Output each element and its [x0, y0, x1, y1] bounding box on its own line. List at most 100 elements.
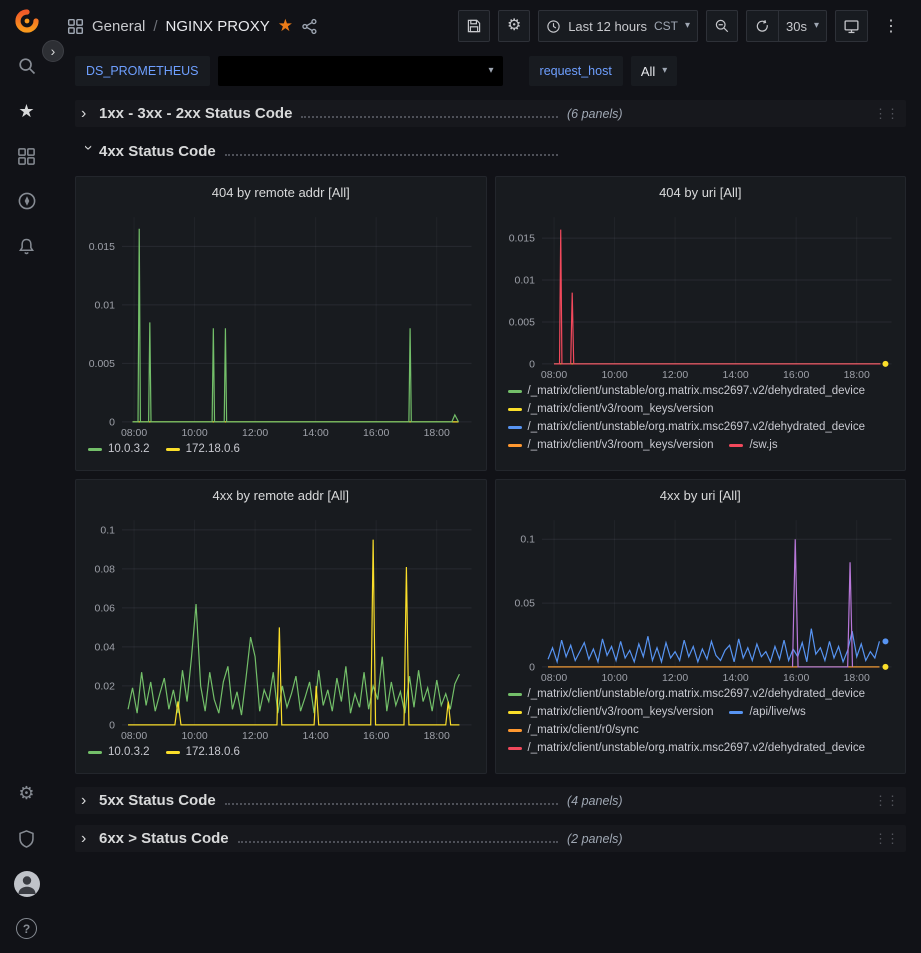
panel-legend: /_matrix/client/unstable/org.matrix.msc2…	[496, 382, 906, 470]
legend-item[interactable]: /_matrix/client/unstable/org.matrix.msc2…	[508, 421, 866, 433]
svg-text:16:00: 16:00	[783, 673, 809, 684]
svg-text:0.005: 0.005	[89, 359, 115, 370]
svg-text:0.1: 0.1	[100, 525, 115, 536]
panel-header-menu[interactable]: 4xx by uri [All]	[496, 480, 906, 510]
legend-series-label: 10.0.3.2	[108, 746, 150, 758]
drag-handle-icon[interactable]: ⋮⋮	[874, 831, 898, 847]
dashboard-canvas: › 1xx - 3xx - 2xx Status Code (6 panels)…	[53, 96, 921, 953]
svg-text:18:00: 18:00	[424, 428, 450, 439]
breadcrumb-folder[interactable]: General	[92, 18, 145, 35]
legend-item[interactable]: /api/live/ws	[729, 706, 805, 718]
server-admin-shield-icon[interactable]	[15, 826, 39, 850]
breadcrumb-separator: /	[153, 18, 157, 35]
legend-item[interactable]: /sw.js	[729, 439, 777, 451]
explore-compass-icon[interactable]	[15, 189, 39, 213]
svg-text:0: 0	[529, 359, 535, 370]
variable-datasource-select[interactable]: ▾	[218, 56, 503, 86]
sidebar: › ★ ⚙	[0, 0, 53, 953]
legend-series-swatch	[88, 448, 102, 451]
refresh-interval-dropdown[interactable]: 30s ▾	[778, 10, 827, 42]
row-4xx-status-code[interactable]: › 4xx Status Code	[75, 138, 906, 165]
legend-series-label: /_matrix/client/v3/room_keys/version	[528, 439, 714, 451]
chevron-down-icon: ▾	[662, 66, 667, 76]
dotted-leader	[301, 109, 558, 118]
dashboards-icon[interactable]	[15, 144, 39, 168]
legend-item[interactable]: 172.18.0.6	[166, 746, 240, 758]
svg-text:0.08: 0.08	[95, 564, 116, 575]
svg-text:0.01: 0.01	[95, 300, 116, 311]
alerting-bell-icon[interactable]	[15, 234, 39, 258]
search-icon[interactable]	[15, 54, 39, 78]
sidebar-expand-button[interactable]: ›	[42, 40, 64, 62]
legend-series-swatch	[508, 426, 522, 429]
timeseries-chart[interactable]: 08:0010:0012:0014:0016:0018:0000.0050.01…	[76, 207, 486, 440]
legend-item[interactable]: 10.0.3.2	[88, 746, 150, 758]
panel-header-menu[interactable]: 404 by remote addr [All]	[76, 177, 486, 207]
drag-handle-icon[interactable]: ⋮⋮	[874, 793, 898, 809]
svg-text:0: 0	[529, 662, 535, 673]
variable-request-host-label[interactable]: request_host	[529, 56, 623, 86]
timeseries-chart[interactable]: 08:0010:0012:0014:0016:0018:0000.0050.01…	[496, 207, 906, 382]
legend-series-swatch	[729, 444, 743, 447]
svg-text:12:00: 12:00	[662, 673, 688, 684]
tv-mode-button[interactable]	[835, 10, 868, 42]
panel-title: 4xx by remote addr [All]	[212, 488, 349, 503]
timeseries-chart[interactable]: 08:0010:0012:0014:0016:0018:0000.050.1	[496, 510, 906, 685]
row-panel-count: (2 panels)	[567, 832, 623, 846]
legend-item[interactable]: /_matrix/client/unstable/org.matrix.msc2…	[508, 688, 866, 700]
svg-text:14:00: 14:00	[722, 370, 748, 381]
row-5xx-status-code[interactable]: › 5xx Status Code (4 panels) ⋮⋮	[75, 787, 906, 814]
variable-datasource-label[interactable]: DS_PROMETHEUS	[75, 56, 210, 86]
row-1xx-3xx-2xx-status-code[interactable]: › 1xx - 3xx - 2xx Status Code (6 panels)…	[75, 100, 906, 127]
svg-text:0.02: 0.02	[95, 681, 116, 692]
legend-item[interactable]: /_matrix/client/v3/room_keys/version	[508, 439, 714, 451]
panel-4xx-by-uri: 4xx by uri [All] 08:0010:0012:0014:0016:…	[495, 479, 907, 774]
legend-item[interactable]: /_matrix/client/v3/room_keys/version	[508, 706, 714, 718]
dashboard-settings-button[interactable]: ⚙	[498, 10, 530, 42]
share-icon[interactable]	[301, 18, 318, 35]
legend-item[interactable]: 10.0.3.2	[88, 443, 150, 455]
svg-text:0.015: 0.015	[89, 242, 115, 253]
panel-header-menu[interactable]: 4xx by remote addr [All]	[76, 480, 486, 510]
variable-request-host-value: All	[641, 64, 655, 79]
starred-dashboards-icon[interactable]: ★	[15, 99, 39, 123]
legend-series-swatch	[88, 751, 102, 754]
panel-title: 404 by uri [All]	[659, 185, 741, 200]
svg-text:0: 0	[109, 417, 115, 428]
grafana-app: › ★ ⚙	[0, 0, 921, 953]
svg-text:08:00: 08:00	[540, 370, 566, 381]
legend-series-label: 172.18.0.6	[186, 746, 240, 758]
timeseries-chart[interactable]: 08:0010:0012:0014:0016:0018:0000.020.040…	[76, 510, 486, 743]
chevron-right-icon: ›	[81, 793, 95, 809]
user-avatar[interactable]	[14, 871, 40, 897]
legend-series-label: 10.0.3.2	[108, 443, 150, 455]
svg-text:08:00: 08:00	[121, 428, 147, 439]
refresh-button[interactable]	[746, 10, 778, 42]
help-icon[interactable]: ?	[16, 918, 37, 939]
legend-item[interactable]: /_matrix/client/v3/room_keys/version	[508, 403, 714, 415]
legend-item[interactable]: 172.18.0.6	[166, 443, 240, 455]
svg-text:0.04: 0.04	[95, 642, 116, 653]
legend-item[interactable]: /_matrix/client/unstable/org.matrix.msc2…	[508, 742, 866, 754]
favorite-star-icon[interactable]: ★	[278, 16, 293, 36]
panel-header-menu[interactable]: 404 by uri [All]	[496, 177, 906, 207]
drag-handle-icon[interactable]: ⋮⋮	[874, 106, 898, 122]
zoom-out-button[interactable]	[706, 10, 738, 42]
dashboard-title[interactable]: NGINX PROXY	[166, 18, 270, 35]
legend-item[interactable]: /_matrix/client/r0/sync	[508, 724, 639, 736]
svg-text:12:00: 12:00	[242, 428, 268, 439]
grafana-logo-icon[interactable]	[15, 9, 39, 33]
legend-series-swatch	[508, 729, 522, 732]
legend-series-swatch	[508, 408, 522, 411]
dotted-leader	[225, 147, 558, 156]
more-options-kebab-icon[interactable]: ⋮	[876, 10, 906, 42]
panels-grid: 404 by remote addr [All] 08:0010:0012:00…	[75, 176, 906, 774]
apps-grid-icon[interactable]	[67, 18, 84, 35]
legend-item[interactable]: /_matrix/client/unstable/org.matrix.msc2…	[508, 385, 866, 397]
save-dashboard-button[interactable]	[458, 10, 490, 42]
time-range-picker[interactable]: Last 12 hours CST ▾	[538, 10, 698, 42]
variable-request-host-select[interactable]: All ▾	[631, 56, 677, 86]
configuration-gear-icon[interactable]: ⚙	[15, 781, 39, 805]
row-6xx-status-code[interactable]: › 6xx > Status Code (2 panels) ⋮⋮	[75, 825, 906, 852]
svg-text:0.015: 0.015	[508, 234, 534, 245]
